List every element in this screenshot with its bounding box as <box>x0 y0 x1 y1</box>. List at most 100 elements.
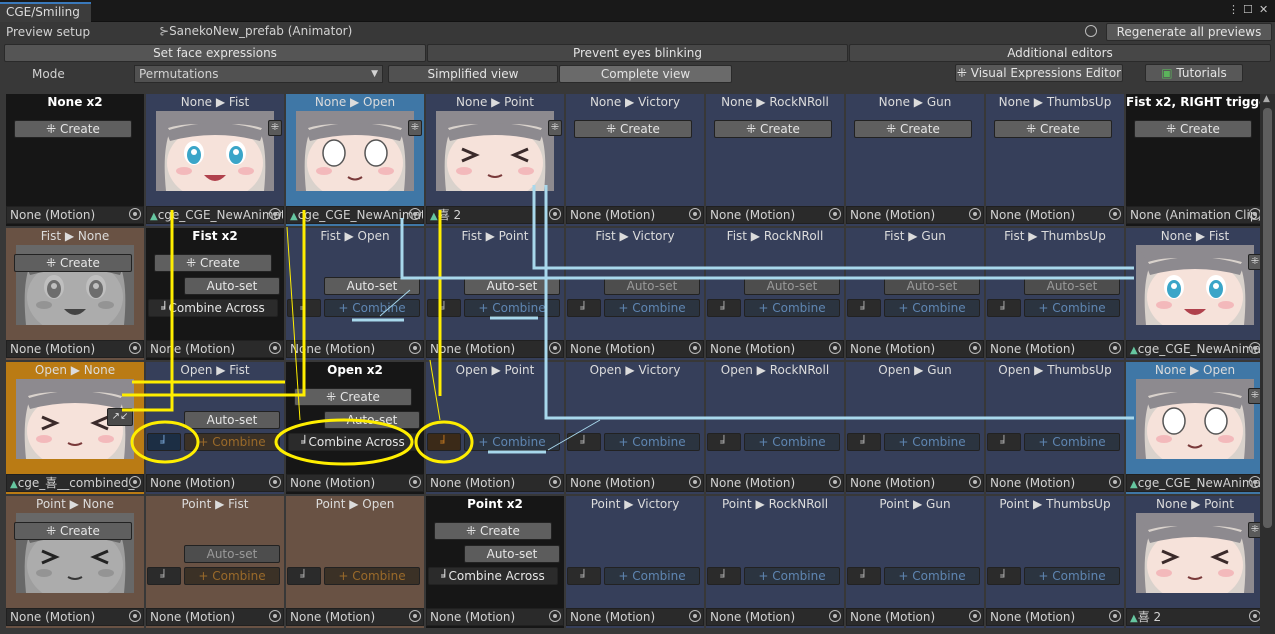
motion-field[interactable]: None (Motion) <box>286 474 424 492</box>
add-icon[interactable]: ⁜ <box>408 120 422 136</box>
object-picker-icon[interactable] <box>409 342 421 354</box>
object-picker-icon[interactable] <box>689 476 701 488</box>
auto-set-button[interactable]: Auto-set <box>184 411 280 429</box>
combine-across-button[interactable]: ╛Combine Across <box>428 567 558 585</box>
combine-hook-button[interactable]: ╛ <box>427 433 461 451</box>
auto-set-button[interactable]: Auto-set <box>464 277 560 295</box>
auto-set-button[interactable]: Auto-set <box>884 277 980 295</box>
object-picker-icon[interactable] <box>1109 342 1121 354</box>
object-picker-icon[interactable] <box>1109 208 1121 220</box>
scrollbar-thumb[interactable] <box>1263 108 1272 528</box>
motion-field[interactable]: None (Motion) <box>566 206 704 224</box>
object-picker-icon[interactable] <box>1085 25 1097 37</box>
window-tab[interactable]: CGE/Smiling <box>0 2 91 22</box>
create-button[interactable]: ⁜ Create <box>994 120 1112 138</box>
object-picker-icon[interactable] <box>129 476 141 488</box>
motion-field[interactable]: ▲cge_CGE_NewAnimat <box>146 206 284 224</box>
motion-field[interactable]: ▲喜 2 <box>1126 608 1264 626</box>
object-picker-icon[interactable] <box>969 476 981 488</box>
auto-set-button[interactable]: Auto-set <box>464 545 560 563</box>
object-picker-icon[interactable] <box>409 208 421 220</box>
kebab-menu-icon[interactable]: ⋮ <box>1228 3 1239 16</box>
object-picker-icon[interactable] <box>689 208 701 220</box>
motion-field[interactable]: None (Animation Clip) <box>1126 206 1264 224</box>
create-button[interactable]: ⁜ Create <box>574 120 692 138</box>
combine-button[interactable]: + Combine <box>884 567 980 585</box>
tab-set-face-expressions[interactable]: Set face expressions <box>4 44 426 62</box>
visual-expressions-editor-button[interactable]: ⁜ Visual Expressions Editor <box>955 64 1123 82</box>
expand-icon[interactable]: ↗↙ <box>107 408 133 426</box>
motion-field[interactable]: ▲cge_CGE_NewAnimat <box>1126 474 1264 492</box>
motion-field[interactable]: None (Motion) <box>706 340 844 358</box>
combine-button[interactable]: + Combine <box>604 299 700 317</box>
motion-field[interactable]: None (Motion) <box>846 474 984 492</box>
object-picker-icon[interactable] <box>1109 476 1121 488</box>
auto-set-button[interactable]: Auto-set <box>184 545 280 563</box>
complete-view-button[interactable]: Complete view <box>559 65 732 83</box>
regenerate-all-previews-button[interactable]: Regenerate all previews <box>1106 23 1272 41</box>
create-button[interactable]: ⁜ Create <box>14 120 132 138</box>
combine-button[interactable]: + Combine <box>884 299 980 317</box>
object-picker-icon[interactable] <box>549 610 561 622</box>
scroll-up-icon[interactable]: ▲ <box>1263 94 1270 104</box>
motion-field[interactable]: ▲cge_CGE_NewAnimat <box>1126 340 1264 358</box>
combine-hook-button[interactable]: ╛ <box>847 567 881 585</box>
object-picker-icon[interactable] <box>549 208 561 220</box>
auto-set-button[interactable]: Auto-set <box>324 411 420 429</box>
close-icon[interactable]: ✕ <box>1259 3 1268 16</box>
combine-button[interactable]: + Combine <box>184 433 280 451</box>
combine-across-button[interactable]: ╛Combine Across <box>148 299 278 317</box>
object-picker-icon[interactable] <box>129 342 141 354</box>
combine-hook-button[interactable]: ╛ <box>707 299 741 317</box>
combine-hook-button[interactable]: ╛ <box>987 567 1021 585</box>
combine-hook-button[interactable]: ╛ <box>287 299 321 317</box>
add-icon[interactable]: ⁜ <box>548 120 562 136</box>
auto-set-button[interactable]: Auto-set <box>744 277 840 295</box>
motion-field[interactable]: None (Motion) <box>566 608 704 626</box>
tab-prevent-eyes-blinking[interactable]: Prevent eyes blinking <box>427 44 848 62</box>
combine-button[interactable]: + Combine <box>604 433 700 451</box>
motion-field[interactable]: None (Motion) <box>426 608 564 626</box>
object-picker-icon[interactable] <box>689 342 701 354</box>
combine-hook-button[interactable]: ╛ <box>567 299 601 317</box>
combine-button[interactable]: + Combine <box>464 299 560 317</box>
object-picker-icon[interactable] <box>969 342 981 354</box>
motion-field[interactable]: None (Motion) <box>6 608 144 626</box>
combine-button[interactable]: + Combine <box>324 567 420 585</box>
object-picker-icon[interactable] <box>549 476 561 488</box>
motion-field[interactable]: None (Motion) <box>846 340 984 358</box>
maximize-icon[interactable]: ☐ <box>1243 3 1253 16</box>
object-picker-icon[interactable] <box>829 208 841 220</box>
combine-hook-button[interactable]: ╛ <box>987 433 1021 451</box>
object-picker-icon[interactable] <box>129 208 141 220</box>
create-button[interactable]: ⁜ Create <box>294 388 412 406</box>
object-picker-icon[interactable] <box>969 208 981 220</box>
object-picker-icon[interactable] <box>269 610 281 622</box>
combine-hook-button[interactable]: ╛ <box>707 433 741 451</box>
motion-field[interactable]: None (Motion) <box>566 474 704 492</box>
motion-field[interactable]: None (Motion) <box>986 206 1124 224</box>
motion-field[interactable]: None (Motion) <box>426 340 564 358</box>
combine-hook-button[interactable]: ╛ <box>987 299 1021 317</box>
object-picker-icon[interactable] <box>129 610 141 622</box>
motion-field[interactable]: None (Motion) <box>986 608 1124 626</box>
vertical-scrollbar[interactable]: ▲ <box>1260 94 1275 634</box>
auto-set-button[interactable]: Auto-set <box>184 277 280 295</box>
motion-field[interactable]: None (Motion) <box>986 474 1124 492</box>
preview-setup-field[interactable]: ⊱SanekoNew_prefab (Animator) <box>155 23 1080 41</box>
add-icon[interactable]: ⁜ <box>268 120 282 136</box>
auto-set-button[interactable]: Auto-set <box>1024 277 1120 295</box>
create-button[interactable]: ⁜ Create <box>714 120 832 138</box>
motion-field[interactable]: None (Motion) <box>286 340 424 358</box>
combine-button[interactable]: + Combine <box>744 567 840 585</box>
combine-button[interactable]: + Combine <box>1024 433 1120 451</box>
motion-field[interactable]: None (Motion) <box>286 608 424 626</box>
combine-hook-button[interactable]: ╛ <box>287 567 321 585</box>
simplified-view-button[interactable]: Simplified view <box>388 65 558 83</box>
combine-button[interactable]: + Combine <box>744 299 840 317</box>
auto-set-button[interactable]: Auto-set <box>604 277 700 295</box>
object-picker-icon[interactable] <box>969 610 981 622</box>
motion-field[interactable]: ▲喜 2 <box>426 206 564 224</box>
object-picker-icon[interactable] <box>829 476 841 488</box>
motion-field[interactable]: None (Motion) <box>146 340 284 358</box>
